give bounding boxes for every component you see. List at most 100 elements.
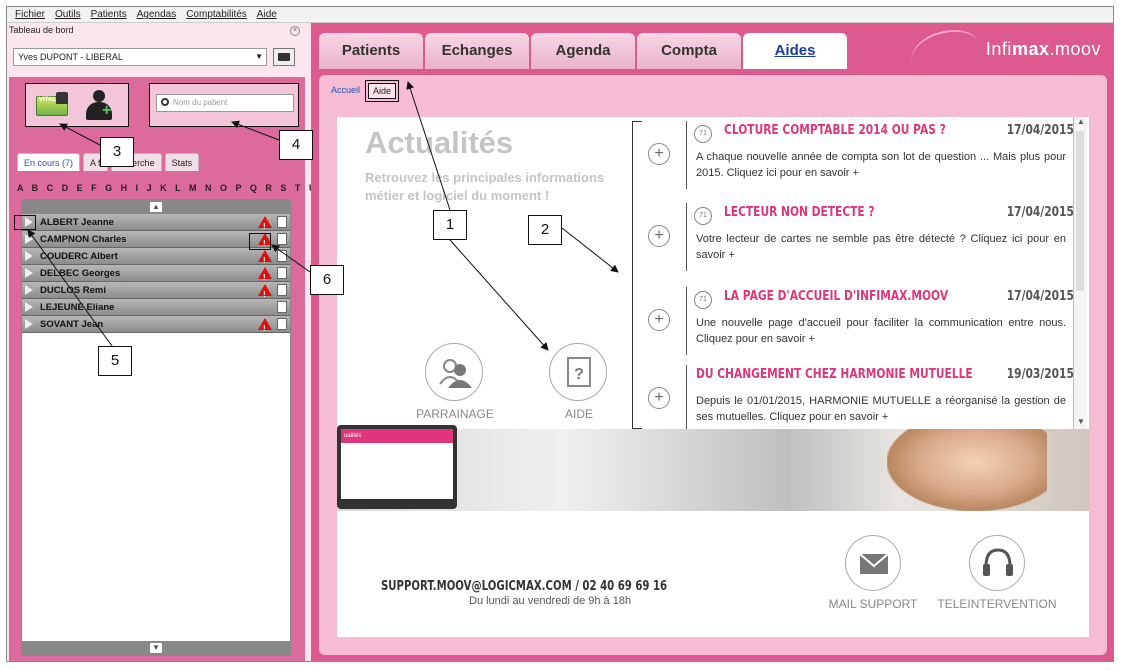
- news-tag-icon: 71: [694, 125, 712, 143]
- svg-text:?: ?: [574, 366, 584, 383]
- expand-icon[interactable]: [25, 234, 33, 244]
- teleintervention-label: TELEINTERVENTION: [937, 597, 1057, 611]
- lock-icon: [56, 92, 68, 104]
- news-bracket: [632, 121, 642, 429]
- main-nav: Patients Echanges Agenda Compta Aides: [319, 33, 847, 69]
- menu-fichier[interactable]: Fichier: [15, 7, 45, 22]
- add-patient-icon[interactable]: +: [84, 90, 114, 122]
- document-icon[interactable]: [277, 250, 287, 262]
- warning-icon: [258, 267, 272, 286]
- tab-agenda[interactable]: Agenda: [531, 33, 635, 69]
- patient-row[interactable]: DUCLOS Remi: [22, 282, 290, 303]
- list-scroll-up[interactable]: ▲: [22, 200, 290, 214]
- expand-icon[interactable]: [25, 285, 33, 295]
- patient-row[interactable]: SOVANT Jean: [22, 316, 290, 337]
- support-hours: Du lundi au vendredi de 9h à 18h: [469, 595, 632, 607]
- expand-icon[interactable]: [25, 319, 33, 329]
- help-button[interactable]: ?: [549, 343, 607, 401]
- mail-support-button[interactable]: [845, 535, 901, 591]
- news-item-title: DU CHANGEMENT CHEZ HARMONIE MUTUELLE: [696, 367, 973, 382]
- document-icon[interactable]: [277, 318, 287, 330]
- expand-plus-icon[interactable]: +: [648, 387, 670, 409]
- patient-row[interactable]: COUDERC Albert: [22, 248, 290, 269]
- chevron-up-icon[interactable]: ▲: [1074, 117, 1088, 129]
- patient-row[interactable]: DELBEC Georges: [22, 265, 290, 286]
- close-icon[interactable]: ×: [290, 26, 300, 36]
- callout-2: 2: [528, 215, 562, 245]
- news-item[interactable]: + 71 CLOTURE COMPTABLE 2014 OU PAS ? 17/…: [642, 117, 1074, 195]
- sub-tabs: Accueil Aide: [327, 80, 400, 102]
- news-item-text: Votre lecteur de cartes ne semble pas êt…: [696, 233, 1066, 261]
- app-window: Fichier Outils Patients Agendas Comptabi…: [6, 6, 1114, 662]
- laptop-image: ualités: [337, 425, 457, 509]
- document-icon[interactable]: [277, 267, 287, 279]
- patient-row[interactable]: LEJEUNE Eliane: [22, 299, 290, 316]
- logo-part-1: Infi: [985, 39, 1012, 59]
- patient-search-input[interactable]: Nom du patient: [156, 94, 294, 112]
- user-select-value: Yves DUPONT - LIBERAL: [18, 52, 123, 62]
- menu-patients[interactable]: Patients: [91, 7, 127, 22]
- scroll-thumb[interactable]: [1076, 131, 1084, 291]
- menu-comptabilites[interactable]: Comptabilités: [186, 7, 247, 22]
- news-item-text: A chaque nouvelle année de compta son lo…: [696, 151, 1066, 179]
- patient-search-box: Nom du patient: [149, 83, 299, 127]
- tab-aide[interactable]: Aide: [365, 80, 400, 102]
- tab-patients[interactable]: Patients: [319, 33, 423, 69]
- news-item[interactable]: + DU CHANGEMENT CHEZ HARMONIE MUTUELLE 1…: [642, 361, 1074, 439]
- patient-row[interactable]: ALBERT Jeanne: [22, 214, 290, 235]
- menu-agendas[interactable]: Agendas: [137, 7, 176, 22]
- card-reader-button[interactable]: [273, 48, 295, 66]
- tab-en-cours[interactable]: En cours (7): [17, 153, 81, 171]
- warning-icon: [258, 250, 272, 269]
- tab-compta[interactable]: Compta: [637, 33, 741, 69]
- news-subtitle: Retrouvez les principales informations m…: [365, 170, 605, 203]
- expand-plus-icon[interactable]: +: [648, 309, 670, 331]
- patient-list: ▲ ALBERT Jeanne CAMPNON Charles COUDERC …: [21, 199, 291, 656]
- user-select[interactable]: Yves DUPONT - LIBERAL ▼: [13, 48, 267, 66]
- chevron-down-icon[interactable]: ▼: [1074, 417, 1088, 429]
- news-item[interactable]: + 71 LECTEUR NON DETECTE ? 17/04/2015 Vo…: [642, 199, 1074, 277]
- warning-icon: [258, 216, 272, 235]
- expand-icon[interactable]: [25, 268, 33, 278]
- aides-content: Accueil Aide Actualités Retrouvez les pr…: [319, 75, 1107, 655]
- news-list: + 71 CLOTURE COMPTABLE 2014 OU PAS ? 17/…: [642, 117, 1074, 433]
- patient-name: LEJEUNE Eliane: [40, 302, 115, 313]
- patient-name: ALBERT Jeanne: [40, 217, 114, 228]
- expand-icon[interactable]: [25, 302, 33, 312]
- chevron-down-icon: ▼: [150, 643, 162, 653]
- news-item[interactable]: + 71 LA PAGE D'ACCUEIL D'INFIMAX.MOOV 17…: [642, 283, 1074, 361]
- logo-part-2: max: [1011, 39, 1050, 59]
- news-item-date: 17/04/2015: [1006, 123, 1074, 138]
- callout-4: 4: [279, 130, 313, 160]
- expand-plus-icon[interactable]: +: [648, 225, 670, 247]
- document-icon[interactable]: [277, 284, 287, 296]
- highlight-expand: [14, 215, 36, 230]
- document-icon[interactable]: [277, 216, 287, 228]
- news-item-title: LECTEUR NON DETECTE ?: [724, 205, 875, 220]
- patient-actions: VITALE +: [25, 83, 129, 127]
- news-scrollbar[interactable]: ▲ ▼: [1073, 117, 1087, 429]
- sponsorship-button[interactable]: [425, 343, 483, 401]
- teleintervention-button[interactable]: [969, 535, 1025, 591]
- callout-5: 5: [98, 346, 132, 376]
- document-icon[interactable]: [277, 233, 287, 245]
- news-item-date: 17/04/2015: [1006, 289, 1074, 304]
- tab-aides[interactable]: Aides: [743, 33, 847, 69]
- list-scroll-down[interactable]: ▼: [22, 641, 290, 655]
- expand-plus-icon[interactable]: +: [648, 143, 670, 165]
- tab-accueil[interactable]: Accueil: [327, 83, 364, 99]
- search-icon: [161, 98, 169, 106]
- news-item-text: Une nouvelle page d'accueil pour facilit…: [696, 317, 1066, 345]
- warning-icon: [258, 284, 272, 303]
- laptop-screen-title: ualités: [341, 429, 453, 443]
- document-icon[interactable]: [277, 301, 287, 313]
- menu-aide[interactable]: Aide: [257, 7, 277, 22]
- patient-name: CAMPNON Charles: [40, 234, 127, 245]
- news-tag-icon: 71: [694, 291, 712, 309]
- promo-banner: ualités: [337, 425, 1089, 511]
- warning-icon: [258, 318, 272, 337]
- menu-outils[interactable]: Outils: [55, 7, 81, 22]
- tab-stats[interactable]: Stats: [164, 153, 200, 171]
- tab-echanges[interactable]: Echanges: [425, 33, 529, 69]
- expand-icon[interactable]: [25, 251, 33, 261]
